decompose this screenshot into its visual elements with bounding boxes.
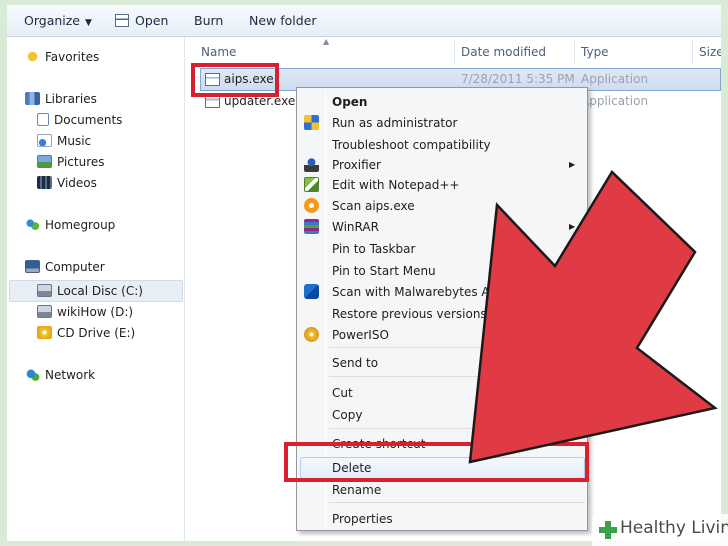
- menu-separator: [329, 347, 585, 348]
- computer-icon: [25, 260, 40, 273]
- nav-cd-drive[interactable]: CD Drive (E:): [37, 324, 135, 342]
- videos-icon: [37, 176, 52, 189]
- new-folder-label: New folder: [249, 13, 317, 28]
- music-icon: [37, 134, 52, 147]
- open-label: Open: [135, 13, 169, 28]
- star-icon: [25, 50, 40, 63]
- menu-separator: [329, 376, 585, 377]
- menu-item-pin-taskbar[interactable]: Pin to Taskbar: [332, 240, 415, 258]
- new-folder-button[interactable]: New folder: [249, 5, 317, 37]
- sort-ascending-icon: ▲: [323, 37, 330, 46]
- nav-label: wikiHow (D:): [57, 305, 134, 319]
- burn-button[interactable]: Burn: [194, 5, 223, 37]
- column-divider[interactable]: [692, 40, 693, 64]
- nav-network[interactable]: Network: [25, 366, 95, 384]
- nav-label: Homegroup: [45, 218, 116, 232]
- application-icon: [115, 14, 129, 27]
- menu-separator: [329, 428, 585, 429]
- nav-local-disc[interactable]: Local Disc (C:): [37, 282, 143, 300]
- menu-item-properties[interactable]: Properties: [332, 510, 393, 528]
- organize-button[interactable]: Organize ▼: [24, 5, 92, 37]
- submenu-arrow-icon: ▶: [569, 222, 576, 231]
- nav-label: Pictures: [57, 155, 105, 169]
- nav-wikihow-drive[interactable]: wikiHow (D:): [37, 303, 133, 321]
- nav-label: Libraries: [45, 92, 97, 106]
- burn-label: Burn: [194, 13, 224, 28]
- nav-label: CD Drive (E:): [57, 326, 136, 340]
- menu-item-poweriso[interactable]: PowerISO: [332, 326, 389, 344]
- column-header-date[interactable]: Date modified: [461, 42, 546, 62]
- cd-drive-icon: [37, 326, 52, 339]
- plus-logo-icon: [599, 521, 617, 539]
- command-toolbar: Organize ▼ Open Burn New folder: [7, 5, 721, 37]
- libraries-icon: [25, 92, 40, 105]
- nav-videos[interactable]: Videos: [37, 174, 97, 192]
- explorer-window: Organize ▼ Open Burn New folder Favorites…: [7, 5, 721, 541]
- menu-item-send-to[interactable]: Send to: [332, 354, 378, 372]
- submenu-arrow-icon: ▶: [569, 160, 576, 169]
- nav-pictures[interactable]: Pictures: [37, 153, 105, 171]
- menu-item-winrar[interactable]: WinRAR: [332, 218, 379, 236]
- menu-item-pin-start[interactable]: Pin to Start Menu: [332, 262, 436, 280]
- menu-item-edit-notepad[interactable]: Edit with Notepad++: [332, 176, 459, 194]
- nav-computer[interactable]: Computer: [25, 258, 105, 276]
- uac-shield-icon: [304, 115, 319, 130]
- nav-label: Favorites: [45, 50, 100, 64]
- nav-libraries[interactable]: Libraries: [25, 90, 97, 108]
- nav-label: Network: [45, 368, 96, 382]
- column-divider[interactable]: [574, 40, 575, 64]
- nav-documents[interactable]: Documents: [37, 111, 122, 129]
- column-header-type[interactable]: Type: [581, 42, 609, 62]
- document-icon: [37, 113, 49, 126]
- menu-item-troubleshoot[interactable]: Troubleshoot compatibility: [332, 136, 491, 154]
- poweriso-icon: [304, 327, 319, 342]
- menu-item-copy[interactable]: Copy: [332, 406, 362, 424]
- nav-label: Computer: [45, 260, 105, 274]
- pictures-icon: [37, 155, 52, 168]
- column-header-name[interactable]: Name: [201, 42, 236, 62]
- column-header-size[interactable]: Size: [699, 42, 721, 62]
- nav-label: Documents: [54, 113, 123, 127]
- delete-highlight-box: [284, 442, 589, 482]
- nav-label: Videos: [57, 176, 97, 190]
- watermark-brand: Healthy Living: [620, 518, 728, 538]
- menu-item-cut[interactable]: Cut: [332, 384, 353, 402]
- malwarebytes-icon: [304, 284, 319, 299]
- open-button[interactable]: Open: [115, 5, 168, 37]
- menu-item-restore-versions[interactable]: Restore previous versions: [332, 305, 487, 323]
- navigation-pane: Favorites Libraries Documents Music Pict…: [7, 37, 185, 541]
- winrar-icon: [304, 219, 319, 234]
- menu-item-proxifier[interactable]: Proxifier: [332, 156, 381, 174]
- column-divider[interactable]: [454, 40, 455, 64]
- nav-music[interactable]: Music: [37, 132, 91, 150]
- nav-label: Local Disc (C:): [57, 284, 143, 298]
- menu-item-open[interactable]: Open: [332, 93, 367, 111]
- proxifier-icon: [304, 157, 319, 172]
- organize-label: Organize: [24, 13, 80, 28]
- menu-separator: [329, 502, 585, 503]
- menu-item-malwarebytes[interactable]: Scan with Malwarebytes Anti-M: [332, 283, 520, 301]
- menu-item-run-as-admin[interactable]: Run as administrator: [332, 114, 457, 132]
- nav-favorites[interactable]: Favorites: [25, 48, 99, 66]
- antivirus-scan-icon: [304, 198, 319, 213]
- file-type: Application: [581, 72, 649, 86]
- nav-label: Music: [57, 134, 92, 148]
- homegroup-icon: [25, 218, 40, 231]
- network-icon: [25, 368, 40, 381]
- menu-item-rename[interactable]: Rename: [332, 481, 381, 499]
- file-type: Application: [581, 94, 649, 108]
- menu-item-scan[interactable]: Scan aips.exe: [332, 197, 415, 215]
- notepad-plus-plus-icon: [304, 177, 319, 192]
- file-highlight-box: [191, 63, 279, 97]
- chevron-down-icon: ▼: [85, 18, 92, 28]
- nav-homegroup[interactable]: Homegroup: [25, 216, 115, 234]
- hard-drive-icon: [37, 284, 52, 297]
- watermark: Healthy Living: [592, 514, 728, 546]
- hard-drive-icon: [37, 305, 52, 318]
